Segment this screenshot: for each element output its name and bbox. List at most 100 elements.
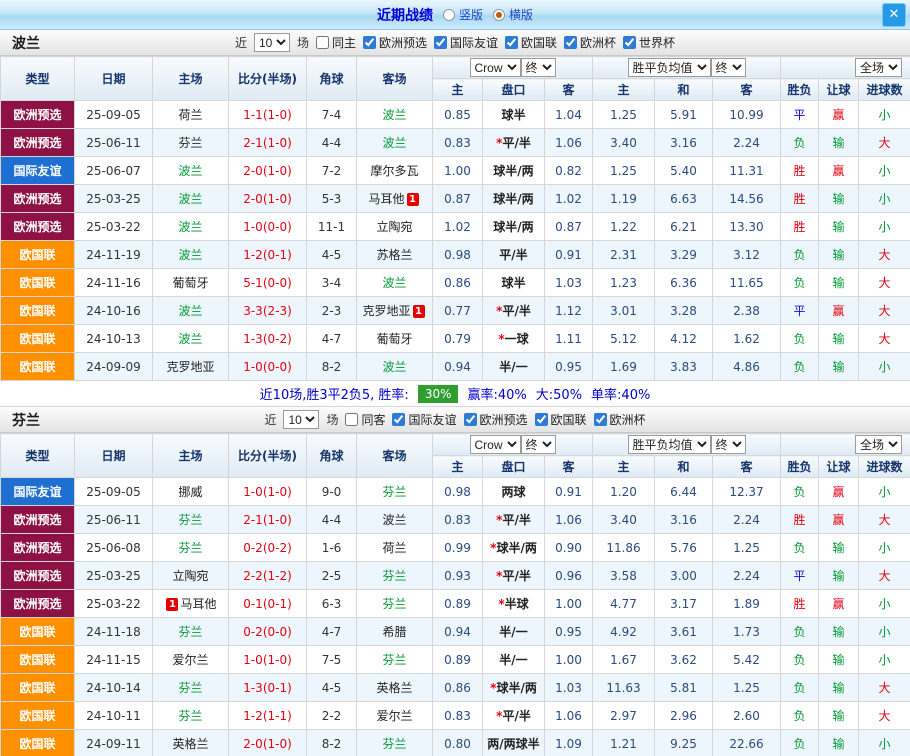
team-name-text: 芬兰 xyxy=(178,625,202,639)
checkbox-label: 同主 xyxy=(332,34,356,51)
match-count-select[interactable]: 10 xyxy=(283,410,319,429)
cell-handicap: 球半/两 xyxy=(483,157,545,185)
cell-odds-away: 1.12 xyxy=(545,297,593,325)
odds-final-select[interactable]: 终 xyxy=(521,435,556,454)
cell-corner: 4-5 xyxy=(307,241,357,269)
filter-checkbox-nations-league[interactable]: 欧国联 xyxy=(505,34,557,51)
filter-checkbox-world-cup[interactable]: 世界杯 xyxy=(623,34,675,51)
cell-mean-home: 1.19 xyxy=(593,185,655,213)
cell-corner: 6-3 xyxy=(307,590,357,618)
handicap-text: 球半/两 xyxy=(493,220,533,234)
layout-radio-vertical[interactable]: 竖版 xyxy=(443,6,483,23)
games-label: 场 xyxy=(326,411,338,428)
cell-away-team: 波兰 xyxy=(357,101,433,129)
checkbox-input-euro-cup[interactable] xyxy=(564,36,577,49)
odds-source-select[interactable]: Crow xyxy=(470,435,521,454)
checkbox-input-world-cup[interactable] xyxy=(623,36,636,49)
cell-goals-result: 大 xyxy=(859,506,910,534)
cell-handicap: *平/半 xyxy=(483,129,545,157)
cell-date: 25-03-25 xyxy=(75,562,153,590)
summary-bar: 近10场,胜3平2负5, 胜率:30%赢率:40%大:50%单率:40% xyxy=(0,381,910,407)
table-row: 欧洲预选25-03-221马耳他0-1(0-1)6-3芬兰0.89*半球1.00… xyxy=(1,590,910,618)
cell-away-team: 葡萄牙 xyxy=(357,325,433,353)
cell-winloss: 负 xyxy=(781,241,819,269)
cell-odds-away: 0.82 xyxy=(545,157,593,185)
checkbox-input-intl-friendly[interactable] xyxy=(392,413,405,426)
checkbox-input-euro-cup[interactable] xyxy=(594,413,607,426)
cell-goals-result: 小 xyxy=(859,534,910,562)
odds-source-select[interactable]: Crow xyxy=(470,58,521,77)
radio-icon xyxy=(443,9,455,21)
competition-type-badge: 欧国联 xyxy=(1,297,75,325)
cell-mean-draw: 6.21 xyxy=(655,213,713,241)
table-row: 欧国联24-10-11芬兰1-2(1-1)2-2爱尔兰0.83*平/半1.062… xyxy=(1,702,910,730)
filter-checkbox-intl-friendly[interactable]: 国际友谊 xyxy=(434,34,498,51)
team-name-text: 立陶宛 xyxy=(172,569,208,583)
results-table: 类型日期主场比分(半场)角球客场Crow终胜平负均值终全场主盘口客主和客胜负让球… xyxy=(0,56,910,381)
checkbox-input-euro-qualifiers[interactable] xyxy=(363,36,376,49)
close-icon[interactable]: ✕ xyxy=(882,3,906,27)
cell-mean-home: 1.69 xyxy=(593,353,655,381)
match-count-select[interactable]: 10 xyxy=(254,33,290,52)
filter-checkbox-same-home[interactable]: 同主 xyxy=(316,34,356,51)
cell-handicap: *一球 xyxy=(483,325,545,353)
odds-final-select[interactable]: 终 xyxy=(521,58,556,77)
filter-checkbox-nations-league[interactable]: 欧国联 xyxy=(535,411,587,428)
scope-group-header: 全场 xyxy=(781,57,910,79)
checkbox-input-same-away[interactable] xyxy=(345,413,358,426)
cell-goals-result: 小 xyxy=(859,590,910,618)
checkbox-input-nations-league[interactable] xyxy=(505,36,518,49)
filter-checkbox-euro-qualifiers[interactable]: 欧洲预选 xyxy=(464,411,528,428)
checkbox-input-euro-qualifiers[interactable] xyxy=(464,413,477,426)
mean-select[interactable]: 胜平负均值 xyxy=(628,435,711,454)
cell-away-team: 英格兰 xyxy=(357,674,433,702)
filter-checkbox-euro-qualifiers[interactable]: 欧洲预选 xyxy=(363,34,427,51)
checkbox-input-nations-league[interactable] xyxy=(535,413,548,426)
cell-score: 1-1(1-0) xyxy=(229,101,307,129)
scope-select[interactable]: 全场 xyxy=(855,435,902,454)
cell-mean-home: 1.67 xyxy=(593,646,655,674)
cell-handicap: 半/一 xyxy=(483,646,545,674)
handicap-text: 平/半 xyxy=(502,709,530,723)
table-row: 欧国联24-10-16波兰3-3(2-3)2-3克罗地亚10.77*平/半1.1… xyxy=(1,297,910,325)
cell-home-team: 1马耳他 xyxy=(153,590,229,618)
cell-odds-away: 1.02 xyxy=(545,185,593,213)
team-name-text: 爱尔兰 xyxy=(376,709,412,723)
cell-odds-away: 0.91 xyxy=(545,478,593,506)
cell-mean-draw: 6.44 xyxy=(655,478,713,506)
cell-handicap-result: 赢 xyxy=(819,101,859,129)
cell-date: 24-10-13 xyxy=(75,325,153,353)
cell-date: 24-09-09 xyxy=(75,353,153,381)
team-name-text: 芬兰 xyxy=(382,597,406,611)
cell-handicap-result: 赢 xyxy=(819,297,859,325)
mean-final-select[interactable]: 终 xyxy=(711,58,746,77)
scope-select[interactable]: 全场 xyxy=(855,58,902,77)
cell-goals-result: 大 xyxy=(859,702,910,730)
checkbox-input-intl-friendly[interactable] xyxy=(434,36,447,49)
cell-date: 25-06-07 xyxy=(75,157,153,185)
cell-score: 2-0(1-0) xyxy=(229,157,307,185)
checkbox-label: 国际友谊 xyxy=(450,34,498,51)
cell-odds-away: 1.06 xyxy=(545,506,593,534)
filter-checkbox-intl-friendly[interactable]: 国际友谊 xyxy=(392,411,456,428)
col-header-winloss: 胜负 xyxy=(781,456,819,478)
col-header-home: 主场 xyxy=(153,57,229,101)
cell-mean-away: 4.86 xyxy=(713,353,781,381)
cell-handicap-result: 输 xyxy=(819,213,859,241)
layout-radio-horizontal[interactable]: 横版 xyxy=(493,6,533,23)
filter-checkbox-euro-cup[interactable]: 欧洲杯 xyxy=(594,411,646,428)
handicap-text: 两/两球半 xyxy=(487,737,539,751)
table-row: 欧洲预选25-06-08芬兰0-2(0-2)1-6荷兰0.99*球半/两0.90… xyxy=(1,534,910,562)
odds-group-header: Crow终 xyxy=(433,434,593,456)
mean-select[interactable]: 胜平负均值 xyxy=(628,58,711,77)
mean-final-select[interactable]: 终 xyxy=(711,435,746,454)
cell-mean-home: 1.23 xyxy=(593,269,655,297)
filter-checkbox-euro-cup[interactable]: 欧洲杯 xyxy=(564,34,616,51)
filter-checkbox-same-away[interactable]: 同客 xyxy=(345,411,385,428)
handicap-text: 球半/两 xyxy=(493,164,533,178)
cell-handicap-result: 赢 xyxy=(819,506,859,534)
cell-score: 1-0(0-0) xyxy=(229,213,307,241)
cell-score: 2-0(1-0) xyxy=(229,730,307,756)
checkbox-input-same-home[interactable] xyxy=(316,36,329,49)
cell-date: 25-09-05 xyxy=(75,478,153,506)
